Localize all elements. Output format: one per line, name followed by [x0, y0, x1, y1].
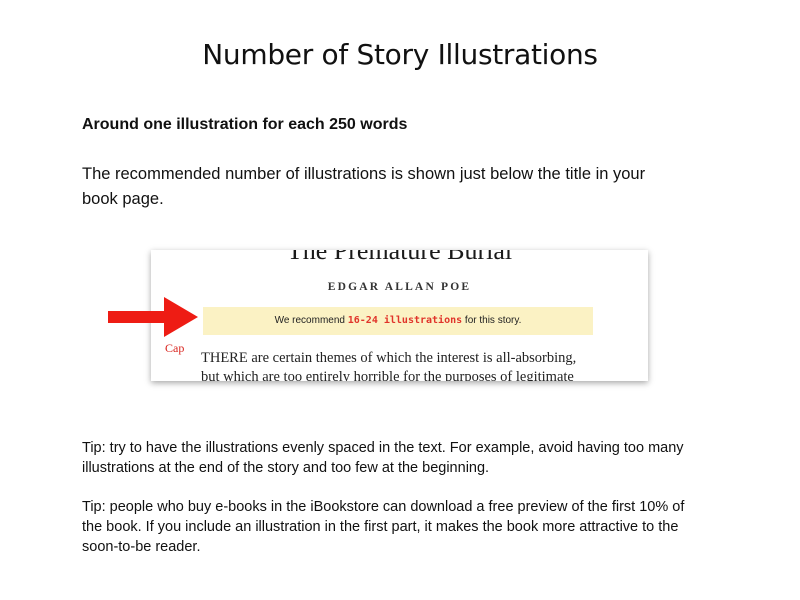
- book-excerpt: THERE are certain themes of which the in…: [201, 349, 641, 381]
- right-arrow-icon: [108, 297, 198, 337]
- recommend-count: 16-24 illustrations: [347, 315, 463, 326]
- book-author: EDGAR ALLAN POE: [327, 281, 472, 293]
- right-arrow-shape: [108, 297, 198, 337]
- excerpt-line: but which are too entirely horrible for …: [201, 369, 574, 381]
- tip-spacing: Tip: try to have the illustrations evenl…: [82, 440, 684, 476]
- book-title: The Premature Burial: [286, 250, 513, 265]
- tip-preview: Tip: people who buy e-books in the iBook…: [82, 499, 685, 555]
- recommend-prefix: We recommend: [274, 315, 348, 326]
- recommend-suffix: for this story.: [462, 315, 522, 326]
- intro-paragraph: The recommended number of illustrations …: [82, 165, 646, 208]
- subheading: Around one illustration for each 250 wor…: [82, 116, 408, 133]
- book-page-screenshot: The Premature Burial EDGAR ALLAN POE We …: [151, 250, 648, 381]
- page-title: Number of Story Illustrations: [202, 38, 598, 71]
- recommendation-banner: We recommend 16-24 illustrations for thi…: [203, 307, 593, 335]
- cap-label: Cap: [165, 341, 185, 355]
- excerpt-line: THERE are certain themes of which the in…: [201, 350, 577, 366]
